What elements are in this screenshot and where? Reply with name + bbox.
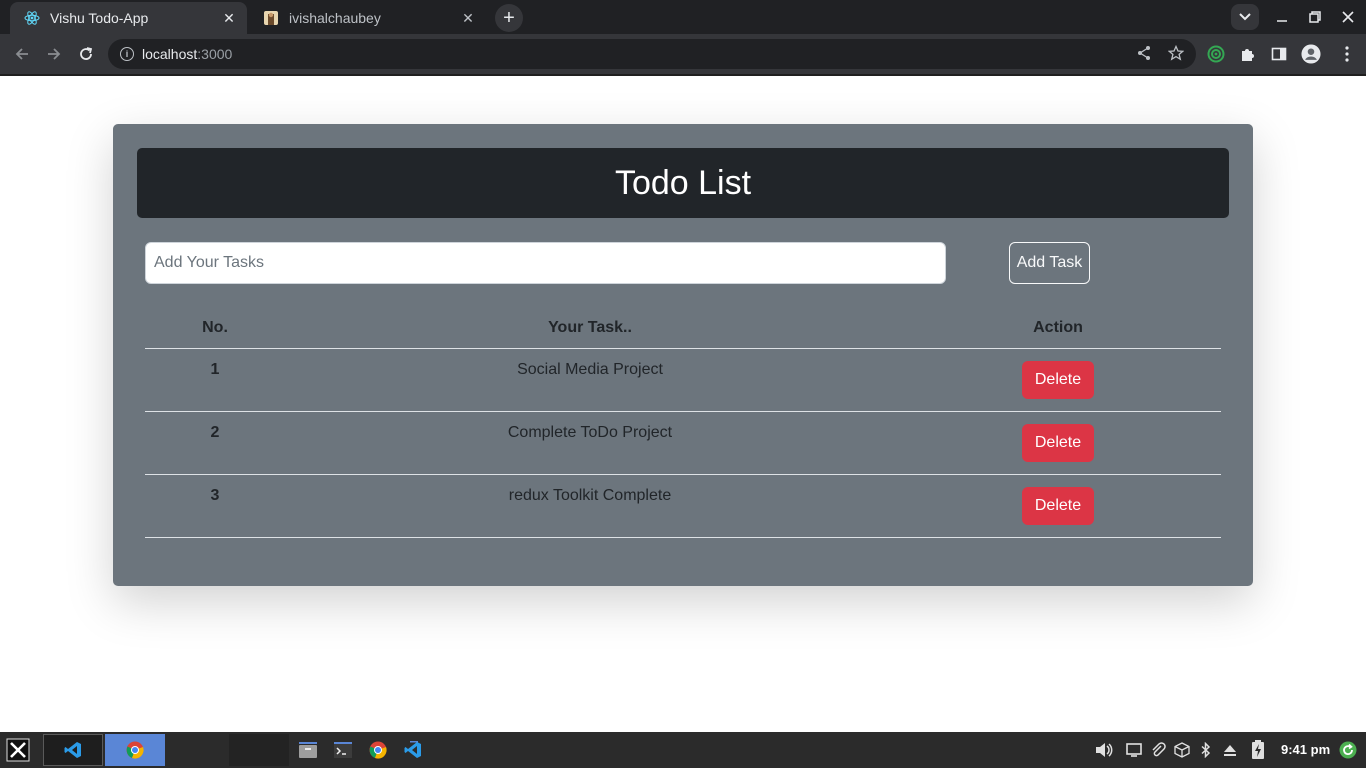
task-text: Complete ToDo Project: [507, 424, 673, 441]
profile-avatar-icon[interactable]: [1301, 44, 1321, 64]
task-number: 3: [210, 487, 220, 504]
extension-target-icon[interactable]: [1206, 44, 1226, 64]
minimize-button[interactable]: [1271, 6, 1293, 28]
forward-button[interactable]: [42, 42, 66, 66]
more-menu-icon[interactable]: [1337, 44, 1357, 64]
display-icon[interactable]: [1124, 740, 1144, 760]
battery-charging-icon[interactable]: [1248, 740, 1268, 760]
task-table: No. Your Task.. Action 1 Social Media Pr…: [145, 304, 1221, 538]
todo-card: Todo List Add Task No. Your Task.. Actio…: [113, 124, 1253, 586]
delete-button[interactable]: Delete: [1022, 361, 1094, 399]
taskbar-vscode-window[interactable]: [43, 734, 103, 766]
page-title: Todo List: [137, 148, 1229, 218]
task-text: Social Media Project: [517, 361, 663, 378]
site-info-icon[interactable]: i: [120, 47, 134, 61]
forward-arrow-icon: [48, 48, 61, 60]
address-bar[interactable]: i localhost:3000: [108, 39, 1196, 69]
chrome-icon: [369, 741, 387, 759]
back-arrow-icon: [15, 48, 28, 60]
column-header-action: Action: [1033, 319, 1083, 336]
taskbar-chrome-window[interactable]: [105, 734, 165, 766]
tab-search-button[interactable]: [1231, 4, 1259, 30]
page-viewport: Todo List Add Task No. Your Task.. Actio…: [0, 76, 1366, 732]
bookmark-star-icon[interactable]: [1166, 43, 1186, 63]
table-header: No. Your Task.. Action: [145, 304, 1221, 349]
table-row: 3 redux Toolkit Complete Delete: [145, 475, 1221, 538]
package-box-icon[interactable]: [1172, 740, 1192, 760]
close-tab-icon[interactable]: ✕: [221, 10, 237, 26]
chevron-down-icon: [1239, 13, 1251, 21]
terminal-icon: [334, 742, 352, 758]
browser-toolbar: i localhost:3000: [0, 34, 1366, 74]
chrome-launcher[interactable]: [368, 734, 388, 766]
task-number: 2: [210, 424, 220, 441]
reload-icon: [80, 47, 93, 60]
url-text: localhost:3000: [142, 46, 233, 62]
clock: 9:41 pm: [1281, 742, 1331, 757]
table-row: 1 Social Media Project Delete: [145, 349, 1221, 412]
vscode-icon: [64, 742, 81, 758]
taskbar-empty-slot[interactable]: [167, 734, 227, 766]
column-header-no: No.: [202, 319, 228, 336]
extensions-puzzle-icon[interactable]: [1238, 44, 1258, 64]
eject-icon[interactable]: [1220, 740, 1240, 760]
share-icon[interactable]: [1134, 43, 1154, 63]
restore-button[interactable]: [1304, 6, 1326, 28]
close-tab-icon[interactable]: ✕: [460, 10, 476, 26]
update-refresh-icon[interactable]: [1338, 740, 1358, 760]
tab-title: ivishalchaubey: [289, 10, 381, 26]
paperclip-icon[interactable]: [1148, 740, 1168, 760]
vscode-launcher[interactable]: [403, 734, 423, 766]
new-tab-button[interactable]: +: [495, 4, 523, 32]
tab-title: Vishu Todo-App: [50, 10, 149, 26]
files-launcher[interactable]: [298, 734, 318, 766]
task-text: redux Toolkit Complete: [508, 487, 672, 504]
add-task-input[interactable]: [145, 242, 946, 284]
side-panel-icon[interactable]: [1269, 44, 1289, 64]
delete-button[interactable]: Delete: [1022, 487, 1094, 525]
bluetooth-icon[interactable]: [1196, 740, 1216, 760]
back-button[interactable]: [10, 42, 34, 66]
tab-vishu-todo-app[interactable]: Vishu Todo-App ✕: [10, 2, 247, 34]
browser-tab-strip: Vishu Todo-App ✕ ivishalchaubey ✕ +: [0, 0, 1366, 34]
app-launcher-icon: [6, 738, 30, 762]
column-header-task: Your Task..: [548, 319, 632, 336]
profile-favicon-icon: [263, 10, 279, 26]
os-taskbar: 9:41 pm: [0, 732, 1366, 768]
vscode-icon: [404, 741, 421, 758]
react-icon: [24, 10, 40, 26]
chrome-icon: [126, 741, 144, 759]
terminal-launcher[interactable]: [333, 734, 353, 766]
close-window-button[interactable]: [1337, 6, 1359, 28]
table-row: 2 Complete ToDo Project Delete: [145, 412, 1221, 475]
tab-ivishalchaubey[interactable]: ivishalchaubey ✕: [249, 2, 486, 34]
volume-icon[interactable]: [1094, 740, 1114, 760]
task-number: 1: [210, 361, 220, 378]
folder-icon: [299, 742, 317, 758]
taskbar-empty-slot[interactable]: [229, 734, 289, 766]
add-task-button[interactable]: Add Task: [1009, 242, 1090, 284]
reload-button[interactable]: [74, 42, 98, 66]
start-menu-button[interactable]: [4, 734, 32, 766]
delete-button[interactable]: Delete: [1022, 424, 1094, 462]
